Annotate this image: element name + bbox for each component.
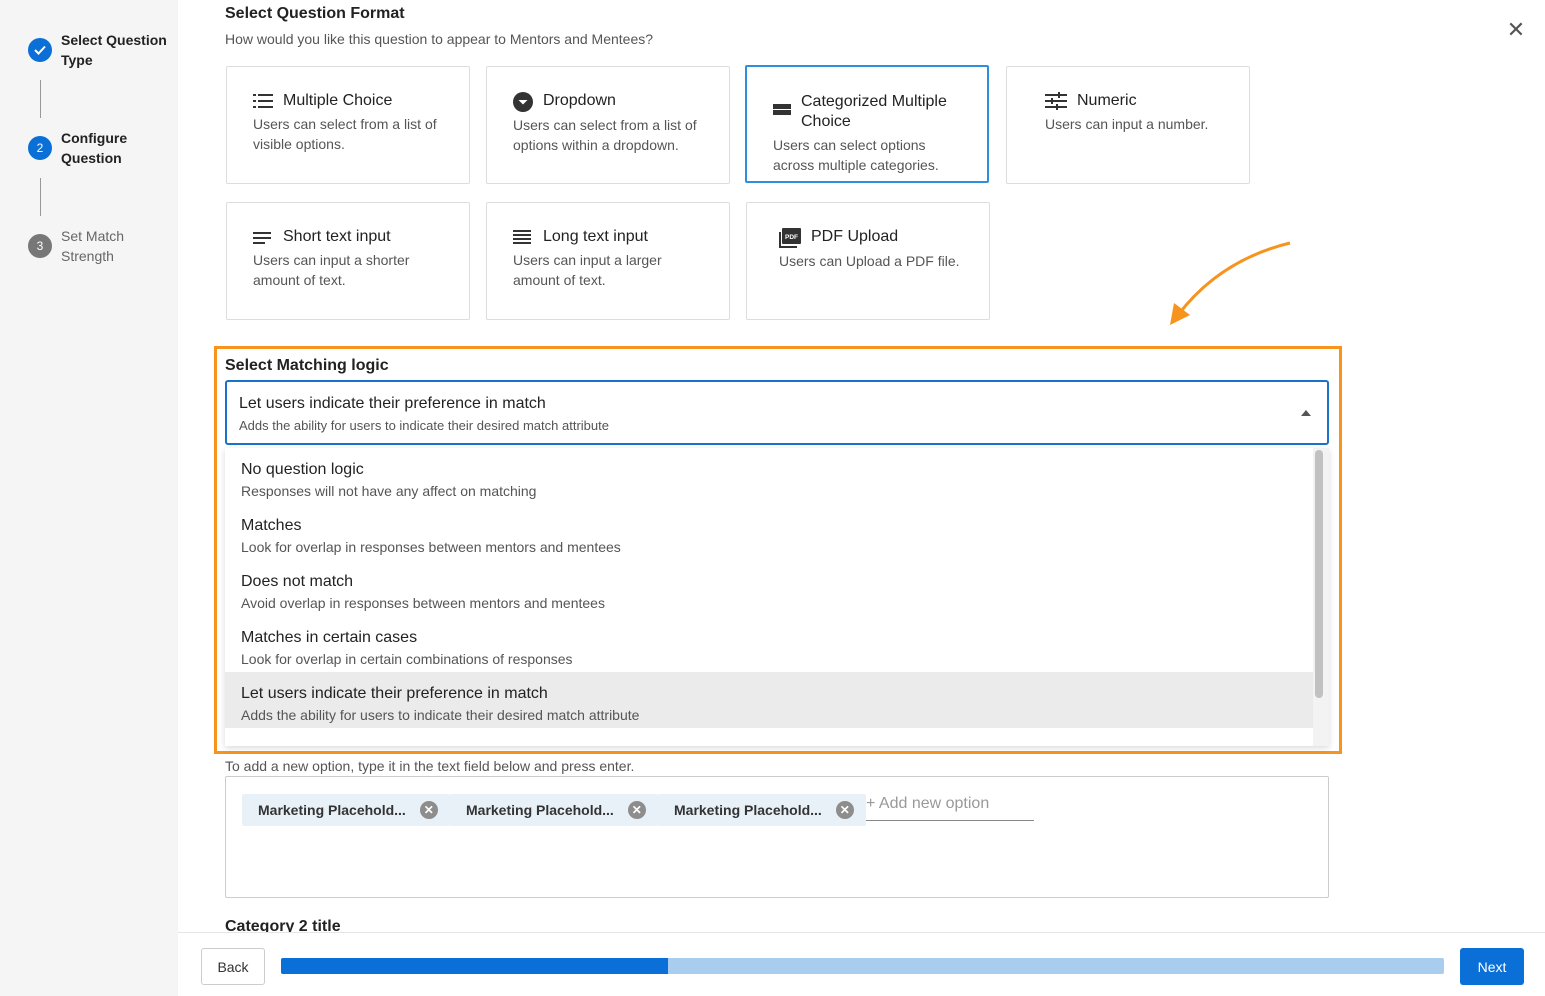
caret-up-icon	[1301, 410, 1311, 416]
step-number: 2	[28, 136, 52, 160]
dropdown-option-matches-certain-cases[interactable]: Matches in certain cases Look for overla…	[225, 616, 1329, 672]
select-value: Let users indicate their preference in m…	[239, 395, 546, 412]
select-value-description: Adds the ability for users to indicate t…	[239, 418, 609, 433]
format-card-pdf-upload[interactable]: PDF PDF Upload Users can Upload a PDF fi…	[746, 202, 990, 320]
card-description: Users can Upload a PDF file.	[779, 253, 960, 269]
format-card-numeric[interactable]: Numeric Users can input a number.	[1006, 66, 1250, 184]
list-icon	[253, 94, 273, 108]
option-chip: Marketing Placehold... ✕	[242, 794, 450, 826]
option-title: Let users indicate their preference in m…	[241, 685, 548, 702]
add-option-input[interactable]: + Add new option	[866, 795, 1034, 821]
format-card-categorized-multiple-choice[interactable]: Categorized Multiple Choice Users can se…	[745, 65, 989, 183]
chip-label: Marketing Placehold...	[466, 802, 614, 818]
option-chip: Marketing Placehold... ✕	[658, 794, 866, 826]
option-title: No question logic	[241, 461, 364, 478]
dropdown-option-does-not-match[interactable]: Does not match Avoid overlap in response…	[225, 560, 1329, 616]
progress-fill	[281, 958, 669, 974]
step-label: Configure Question	[61, 130, 128, 166]
step-label: Set Match Strength	[61, 228, 125, 264]
svg-text:PDF: PDF	[785, 234, 798, 241]
card-title: PDF Upload	[811, 228, 899, 245]
close-icon[interactable]: ✕	[1506, 19, 1526, 41]
option-description: Look for overlap in certain combinations…	[241, 651, 573, 667]
remove-chip-icon[interactable]: ✕	[419, 801, 438, 819]
category-icon	[773, 104, 791, 115]
format-card-multiple-choice[interactable]: Multiple Choice Users can select from a …	[226, 66, 470, 184]
option-chip: Marketing Placehold... ✕	[450, 794, 658, 826]
dropdown-option-no-logic[interactable]: No question logic Responses will not hav…	[225, 448, 1329, 504]
option-description: Avoid overlap in responses between mento…	[241, 595, 605, 611]
back-button[interactable]: Back	[201, 948, 265, 985]
dropdown-icon	[513, 92, 533, 112]
pdf-icon: PDF	[779, 228, 801, 248]
page-subtitle: How would you like this question to appe…	[225, 31, 654, 47]
step-connector	[40, 178, 41, 216]
card-description: Users can select options across multiple…	[773, 137, 939, 173]
dropdown-scrollbar[interactable]	[1315, 450, 1323, 698]
option-description: Adds the ability for users to indicate t…	[241, 707, 640, 723]
dropdown-option-preference[interactable]: Let users indicate their preference in m…	[225, 672, 1329, 728]
progress-bar	[281, 958, 1444, 974]
step-select-question-type[interactable]: Select Question Type	[28, 30, 171, 70]
option-description: Responses will not have any affect on ma…	[241, 483, 537, 499]
card-description: Users can input a larger amount of text.	[513, 252, 662, 288]
format-card-dropdown[interactable]: Dropdown Users can select from a list of…	[486, 66, 730, 184]
card-title: Numeric	[1077, 92, 1137, 109]
format-card-long-text[interactable]: Long text input Users can input a larger…	[486, 202, 730, 320]
card-title: Categorized Multiple Choice	[801, 93, 947, 130]
remove-chip-icon[interactable]: ✕	[835, 801, 854, 819]
card-description: Users can input a shorter amount of text…	[253, 252, 410, 288]
stepper-sidebar: Select Question Type 2 Configure Questio…	[0, 0, 178, 996]
dropdown-option-matches[interactable]: Matches Look for overlap in responses be…	[225, 504, 1329, 560]
format-card-short-text[interactable]: Short text input Users can input a short…	[226, 202, 470, 320]
card-description: Users can select from a list of visible …	[253, 116, 437, 152]
long-text-icon	[513, 230, 531, 244]
step-connector	[40, 80, 41, 118]
option-title: Matches	[241, 517, 302, 534]
remove-chip-icon[interactable]: ✕	[627, 801, 646, 819]
options-hint: To add a new option, type it in the text…	[225, 758, 635, 774]
chip-label: Marketing Placehold...	[674, 802, 822, 818]
check-icon	[28, 38, 52, 62]
dropdown-scroll-track[interactable]	[1313, 448, 1329, 746]
next-button[interactable]: Next	[1460, 948, 1524, 985]
chip-label: Marketing Placehold...	[258, 802, 406, 818]
sliders-icon	[1045, 92, 1067, 110]
step-label: Select Question Type	[61, 32, 167, 68]
option-title: Does not match	[241, 573, 354, 590]
step-configure-question[interactable]: 2 Configure Question	[28, 128, 171, 168]
step-number: 3	[28, 234, 52, 258]
options-input-area[interactable]: Marketing Placehold... ✕ Marketing Place…	[225, 776, 1329, 898]
option-title: Matches in certain cases	[241, 629, 418, 646]
annotation-arrow-icon	[1170, 241, 1291, 325]
card-title: Multiple Choice	[283, 92, 393, 109]
card-description: Users can input a number.	[1045, 116, 1209, 132]
card-title: Long text input	[543, 228, 648, 245]
option-description: Look for overlap in responses between me…	[241, 539, 621, 555]
card-title: Short text input	[283, 228, 391, 245]
card-description: Users can select from a list of options …	[513, 117, 697, 153]
matching-logic-select[interactable]: Let users indicate their preference in m…	[225, 380, 1329, 445]
step-set-match-strength[interactable]: 3 Set Match Strength	[28, 226, 171, 266]
page-title: Select Question Format	[225, 5, 405, 22]
card-title: Dropdown	[543, 92, 616, 109]
short-text-icon	[253, 232, 271, 244]
matching-logic-label: Select Matching logic	[225, 357, 389, 374]
matching-logic-dropdown: No question logic Responses will not hav…	[225, 448, 1329, 746]
